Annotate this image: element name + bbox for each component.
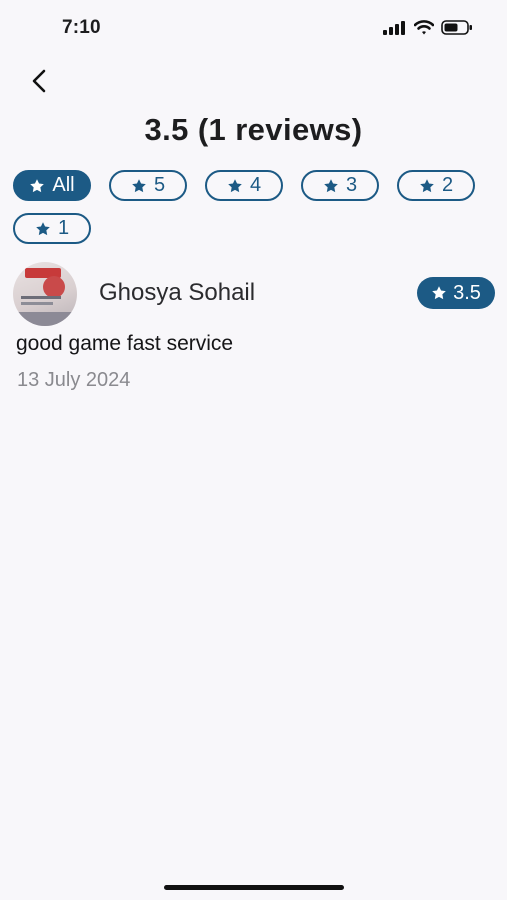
- avatar[interactable]: [13, 262, 77, 326]
- star-icon: [324, 178, 338, 192]
- rating-badge: 3.5: [417, 277, 495, 309]
- avatar-graphic: [21, 302, 53, 305]
- status-bar: 7:10: [0, 0, 507, 54]
- back-button[interactable]: [22, 64, 56, 98]
- filter-chip-2[interactable]: 2: [397, 170, 475, 201]
- reviewer-name: Ghosya Sohail: [99, 279, 256, 306]
- cellular-signal-icon: [383, 20, 405, 35]
- status-time: 7:10: [62, 17, 101, 38]
- status-icons: [383, 20, 473, 35]
- filter-chip-label: 5: [153, 174, 166, 196]
- star-icon: [36, 221, 50, 235]
- filter-chip-label: 1: [57, 217, 70, 239]
- star-icon: [432, 286, 446, 300]
- chevron-left-icon: [32, 69, 46, 93]
- avatar-graphic: [13, 312, 77, 326]
- filter-chip-all[interactable]: All: [13, 170, 91, 201]
- star-icon: [228, 178, 242, 192]
- filter-chip-4[interactable]: 4: [205, 170, 283, 201]
- filter-chip-3[interactable]: 3: [301, 170, 379, 201]
- filter-chip-label: 2: [441, 174, 454, 196]
- battery-icon: [441, 20, 472, 35]
- filter-chip-label: 4: [249, 174, 262, 196]
- review-date: 13 July 2024: [17, 369, 131, 391]
- star-icon: [420, 178, 434, 192]
- filter-chip-label: All: [52, 174, 75, 196]
- wifi-icon: [414, 20, 434, 35]
- filter-chip-5[interactable]: 5: [109, 170, 187, 201]
- rating-value: 3.5: [453, 281, 481, 304]
- star-icon: [30, 178, 45, 192]
- star-icon: [132, 178, 146, 192]
- filter-chip-label: 3: [345, 174, 358, 196]
- avatar-graphic: [43, 276, 65, 298]
- review-text: good game fast service: [16, 332, 234, 355]
- filter-chip-1[interactable]: 1: [13, 213, 91, 244]
- avatar-graphic: [21, 296, 61, 299]
- home-indicator: [164, 885, 344, 890]
- rating-filter-group: All 5 4 3 2 1: [13, 170, 493, 244]
- page-title: 3.5 (1 reviews): [144, 112, 363, 147]
